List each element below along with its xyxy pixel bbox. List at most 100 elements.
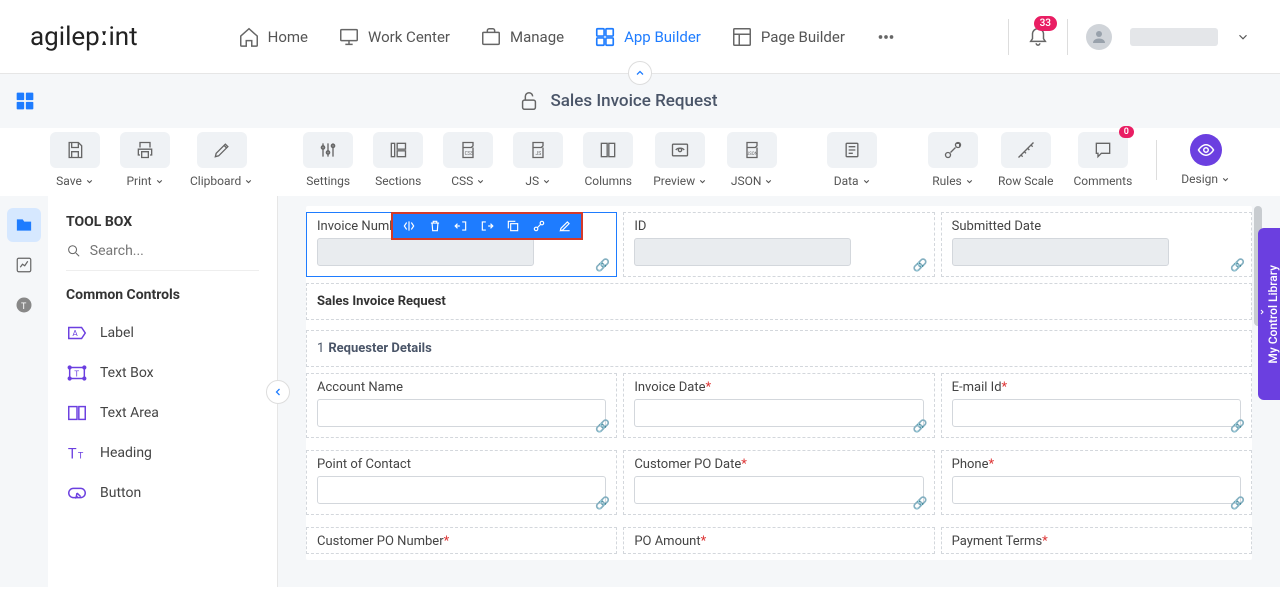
binding-icon[interactable]: 🔗 — [595, 496, 610, 510]
logo: agilepːint — [30, 21, 138, 52]
user-avatar[interactable] — [1086, 24, 1112, 50]
apps-grid-button[interactable] — [14, 90, 36, 112]
field-label: ID — [634, 219, 923, 234]
field-point-of-contact[interactable]: Point of Contact 🔗 — [306, 450, 617, 515]
collapse-sidebar-button[interactable] — [266, 380, 290, 404]
binding-icon[interactable]: 🔗 — [913, 496, 928, 510]
my-control-library-tab[interactable]: My Control Library — [1258, 228, 1280, 400]
rules-button[interactable]: Rules — [918, 132, 988, 188]
nav-more[interactable] — [875, 20, 897, 54]
row-scale-button[interactable]: Row Scale — [988, 132, 1063, 188]
rail-analytics-button[interactable] — [7, 248, 41, 282]
field-label: Account Name — [317, 380, 606, 395]
notifications-button[interactable]: 33 — [1027, 24, 1049, 50]
eye-icon — [1197, 141, 1215, 159]
field-customer-po-number[interactable]: Customer PO Number* — [306, 527, 617, 554]
nav-manage[interactable]: Manage — [480, 20, 564, 54]
field-label: Phone* — [952, 457, 1241, 472]
rail-toolbox-button[interactable] — [7, 208, 41, 242]
insert-right-icon — [480, 219, 494, 233]
ctx-insert-right-button[interactable] — [475, 215, 499, 237]
field-submitted-date[interactable]: Submitted Date 🔗 — [941, 212, 1252, 277]
json-button[interactable]: JSON JSON — [717, 132, 787, 188]
field-input[interactable] — [317, 399, 606, 427]
field-label: PO Amount* — [634, 534, 923, 549]
columns-icon — [598, 140, 618, 160]
nav-page-builder[interactable]: Page Builder — [731, 20, 845, 54]
binding-icon[interactable]: 🔗 — [1230, 258, 1245, 272]
css-button[interactable]: CSS CSS — [433, 132, 503, 188]
field-invoice-date[interactable]: Invoice Date* 🔗 — [623, 373, 934, 438]
sidebar-section-title: Common Controls — [66, 287, 259, 303]
preview-button[interactable]: Preview — [643, 132, 717, 188]
data-button[interactable]: Data — [817, 132, 887, 188]
rail-text-button[interactable]: T — [7, 288, 41, 322]
action-toolbar: Save Print Clipboard Settings Sections C… — [0, 128, 1280, 196]
design-button[interactable]: Design — [1171, 134, 1240, 186]
settings-button[interactable]: Settings — [293, 132, 363, 188]
svg-text:T: T — [21, 302, 27, 312]
rules-icon — [943, 140, 963, 160]
control-textbox[interactable]: T Text Box — [66, 353, 259, 393]
field-po-amount[interactable]: PO Amount* — [623, 527, 934, 554]
nav-work-center[interactable]: Work Center — [338, 20, 450, 54]
comments-button[interactable]: 0 Comments — [1063, 132, 1142, 188]
chevron-down-icon[interactable] — [1236, 30, 1250, 44]
control-heading[interactable]: TT Heading — [66, 433, 259, 473]
nav-home[interactable]: Home — [238, 20, 308, 54]
field-input[interactable] — [317, 476, 606, 504]
form-row: Account Name 🔗 Invoice Date* 🔗 E-mail Id… — [306, 367, 1252, 444]
search-input[interactable] — [90, 243, 259, 259]
save-button[interactable]: Save — [40, 132, 110, 188]
chevron-left-icon — [272, 386, 284, 398]
field-customer-po-date[interactable]: Customer PO Date* 🔗 — [623, 450, 934, 515]
field-payment-terms[interactable]: Payment Terms* — [941, 527, 1252, 554]
js-button[interactable]: JS JS — [503, 132, 573, 188]
field-input[interactable] — [952, 476, 1241, 504]
top-right-controls: 33 — [1008, 19, 1250, 55]
textbox-icon: T — [66, 362, 88, 384]
field-label: Invoice Date* — [634, 380, 923, 395]
sections-icon — [388, 140, 408, 160]
ctx-edit-button[interactable] — [553, 215, 577, 237]
field-account-name[interactable]: Account Name 🔗 — [306, 373, 617, 438]
requester-section-header[interactable]: 1Requester Details — [306, 330, 1252, 367]
binding-icon[interactable]: 🔗 — [595, 419, 610, 433]
sections-button[interactable]: Sections — [363, 132, 433, 188]
collapse-topbar-button[interactable] — [628, 61, 652, 85]
control-label[interactable]: A Label — [66, 313, 259, 353]
chevron-down-icon — [764, 177, 773, 186]
binding-icon[interactable]: 🔗 — [595, 258, 610, 272]
field-email-id[interactable]: E-mail Id* 🔗 — [941, 373, 1252, 438]
field-input[interactable] — [317, 238, 534, 266]
ctx-delete-button[interactable] — [423, 215, 447, 237]
layout-icon — [731, 26, 753, 48]
clipboard-button[interactable]: Clipboard — [180, 132, 263, 188]
control-button[interactable]: Button — [66, 473, 259, 513]
field-id[interactable]: ID 🔗 — [623, 212, 934, 277]
ctx-insert-left-button[interactable] — [449, 215, 473, 237]
nav-app-builder[interactable]: App Builder — [594, 20, 701, 54]
field-input[interactable] — [952, 399, 1241, 427]
binding-icon[interactable]: 🔗 — [1230, 419, 1245, 433]
ctx-copy-button[interactable] — [501, 215, 525, 237]
print-button[interactable]: Print — [110, 132, 180, 188]
binding-icon[interactable]: 🔗 — [913, 419, 928, 433]
ctx-move-button[interactable] — [397, 215, 421, 237]
field-input[interactable] — [952, 238, 1169, 266]
binding-icon[interactable]: 🔗 — [1230, 496, 1245, 510]
columns-button[interactable]: Columns — [573, 132, 643, 188]
binding-icon[interactable]: 🔗 — [913, 258, 928, 272]
section-header[interactable]: Sales Invoice Request — [306, 283, 1252, 320]
field-input[interactable] — [634, 476, 923, 504]
control-textarea[interactable]: Text Area — [66, 393, 259, 433]
ctx-link-button[interactable] — [527, 215, 551, 237]
field-invoice-number[interactable]: Invoice Number 🔗 — [306, 212, 617, 277]
field-phone[interactable]: Phone* 🔗 — [941, 450, 1252, 515]
textarea-icon — [66, 402, 88, 424]
field-input[interactable] — [634, 399, 923, 427]
dots-icon — [875, 26, 897, 48]
chevron-down-icon — [1221, 175, 1230, 184]
svg-text:JS: JS — [536, 151, 542, 157]
field-input[interactable] — [634, 238, 851, 266]
